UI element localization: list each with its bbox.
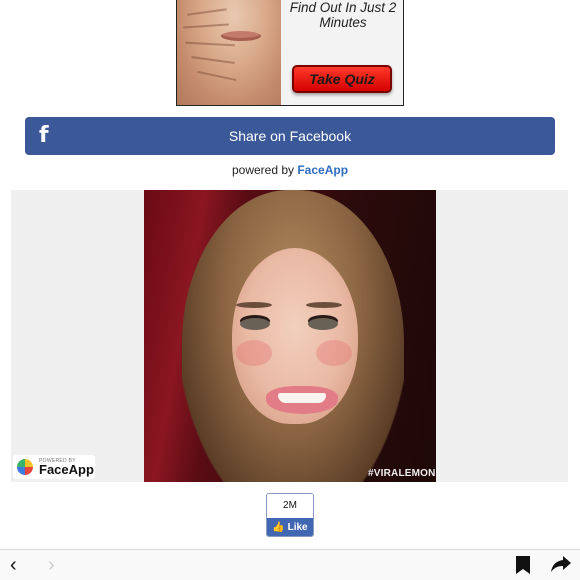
ad-face-image <box>177 0 281 105</box>
like-label: Like <box>287 522 308 533</box>
ad-headline: Find Out In Just 2 Minutes <box>289 0 397 30</box>
left-eye <box>240 318 270 330</box>
share-arrow-icon[interactable] <box>550 554 572 576</box>
back-arrow-icon[interactable]: ‹ <box>10 554 17 576</box>
smile <box>266 386 338 414</box>
forward-arrow-icon[interactable]: › <box>48 554 55 576</box>
powered-by-line: powered by FaceApp <box>0 163 580 177</box>
like-count: 2M <box>267 494 313 518</box>
thumbs-up-icon: 👍 <box>272 522 285 533</box>
take-quiz-button[interactable]: Take Quiz <box>292 65 392 93</box>
faceapp-badge: POWERED BY FaceApp <box>13 455 95 479</box>
powered-prefix: powered by <box>231 163 298 177</box>
ad-banner[interactable]: Find Out In Just 2 Minutes Take Quiz <box>176 0 404 106</box>
right-eye <box>308 318 338 330</box>
faceapp-logo-icon <box>17 459 33 475</box>
share-on-facebook-button[interactable]: f Share on Facebook <box>25 117 555 155</box>
browser-toolbar: ‹ › <box>0 549 580 580</box>
bookmark-icon[interactable] <box>516 556 530 574</box>
like-button[interactable]: 👍 Like <box>267 518 313 536</box>
faceapp-brand-link[interactable]: FaceApp <box>297 163 348 177</box>
badge-faceapp-name: FaceApp <box>39 462 94 477</box>
share-label: Share on Facebook <box>228 128 352 144</box>
faceapp-result-photo <box>144 190 436 482</box>
viralemon-watermark: #VIRALEMON <box>368 468 436 479</box>
facebook-like-box[interactable]: 2M 👍 Like <box>266 493 314 537</box>
